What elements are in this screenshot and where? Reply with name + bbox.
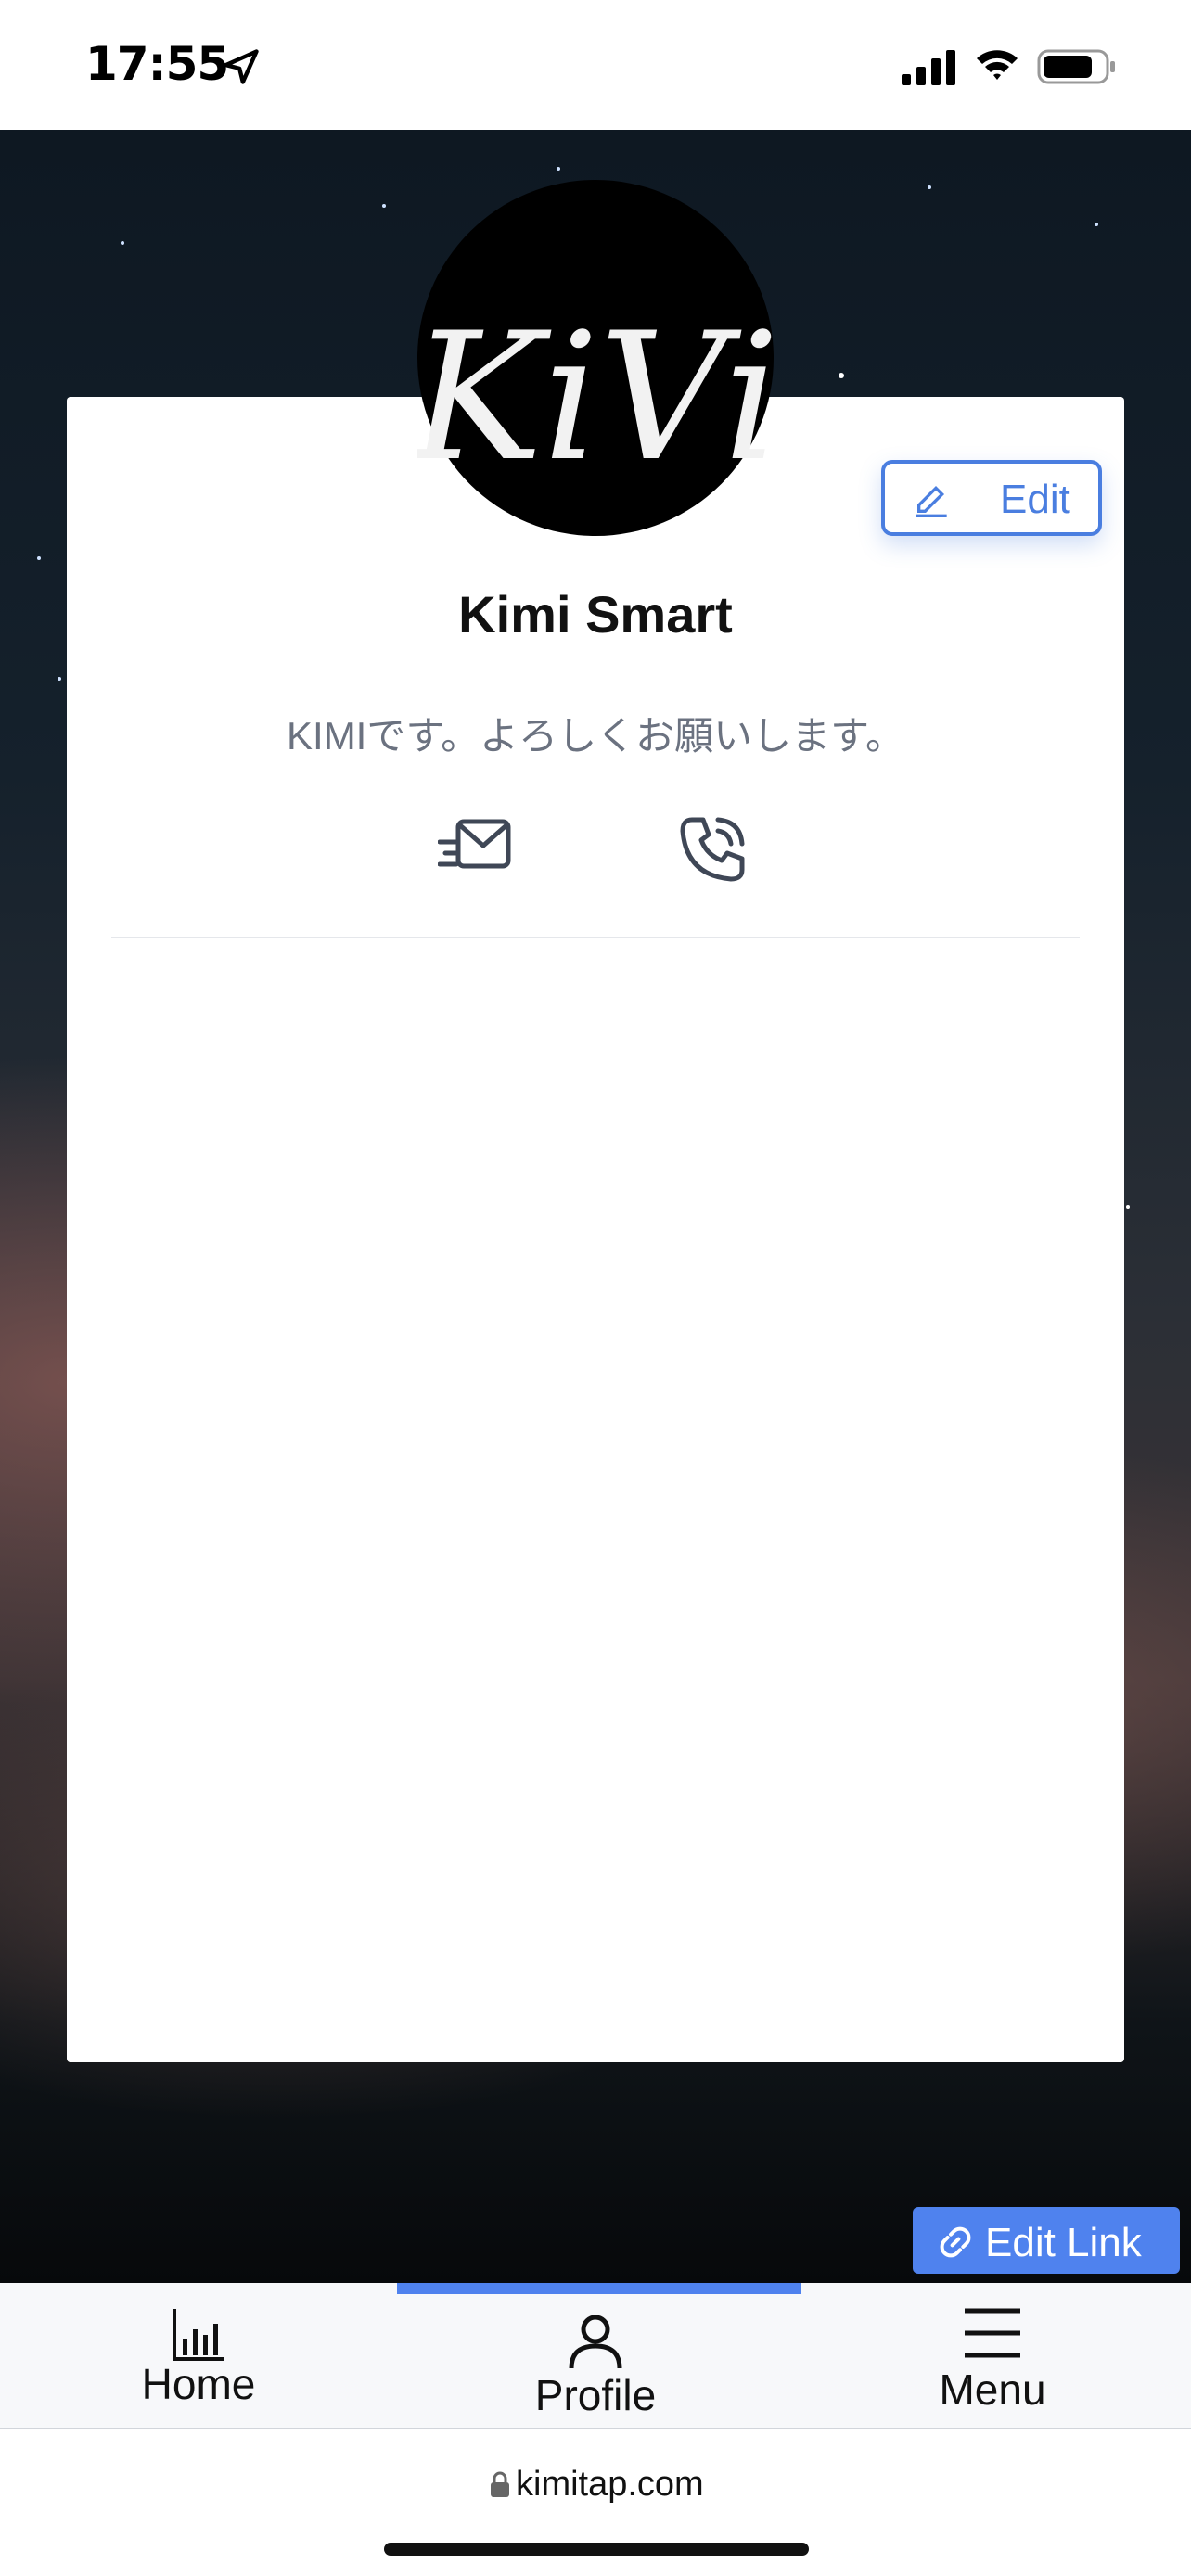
bar-chart-icon [173,2309,224,2361]
svg-text:KiVi: KiVi [417,295,774,500]
location-arrow-icon [224,49,259,84]
nav-home-label: Home [141,2360,256,2408]
kivi-logo: KiVi [417,295,774,500]
nav-profile[interactable]: Profile [397,2283,794,2429]
profile-bio: KIMIです。よろしくお願いします。 [287,714,904,758]
lock-icon [491,2471,509,2497]
wifi-icon [977,50,1018,80]
mail-icon[interactable] [438,814,512,879]
battery-icon [1037,49,1115,84]
home-indicator[interactable] [384,2543,809,2556]
nav-menu-label: Menu [939,2366,1046,2414]
profile-card [67,397,1124,2062]
nav-home[interactable]: Home [0,2283,397,2429]
url-text: kimitap.com [516,2465,704,2504]
status-time: 17:55 [85,37,229,91]
edit-label: Edit [1000,477,1070,522]
signal-icon [902,50,955,85]
bottom-nav: Home Profile Menu [0,2283,1191,2429]
divider [111,937,1080,938]
edit-link-label: Edit Link [985,2220,1142,2265]
status-bar: 17:55 [0,0,1191,130]
hamburger-icon [965,2308,1020,2358]
link-icon [940,2226,971,2258]
avatar[interactable]: KiVi [417,180,774,536]
browser-address-bar[interactable]: kimitap.com [0,2431,1191,2576]
user-icon [569,2315,622,2369]
phone-icon[interactable] [675,812,749,886]
pencil-icon [916,485,947,517]
nav-menu[interactable]: Menu [794,2283,1191,2429]
nav-profile-label: Profile [534,2371,657,2419]
profile-name: Kimi Smart [458,585,733,644]
edit-button[interactable]: Edit [881,460,1102,536]
edit-link-button[interactable]: Edit Link [913,2207,1180,2274]
